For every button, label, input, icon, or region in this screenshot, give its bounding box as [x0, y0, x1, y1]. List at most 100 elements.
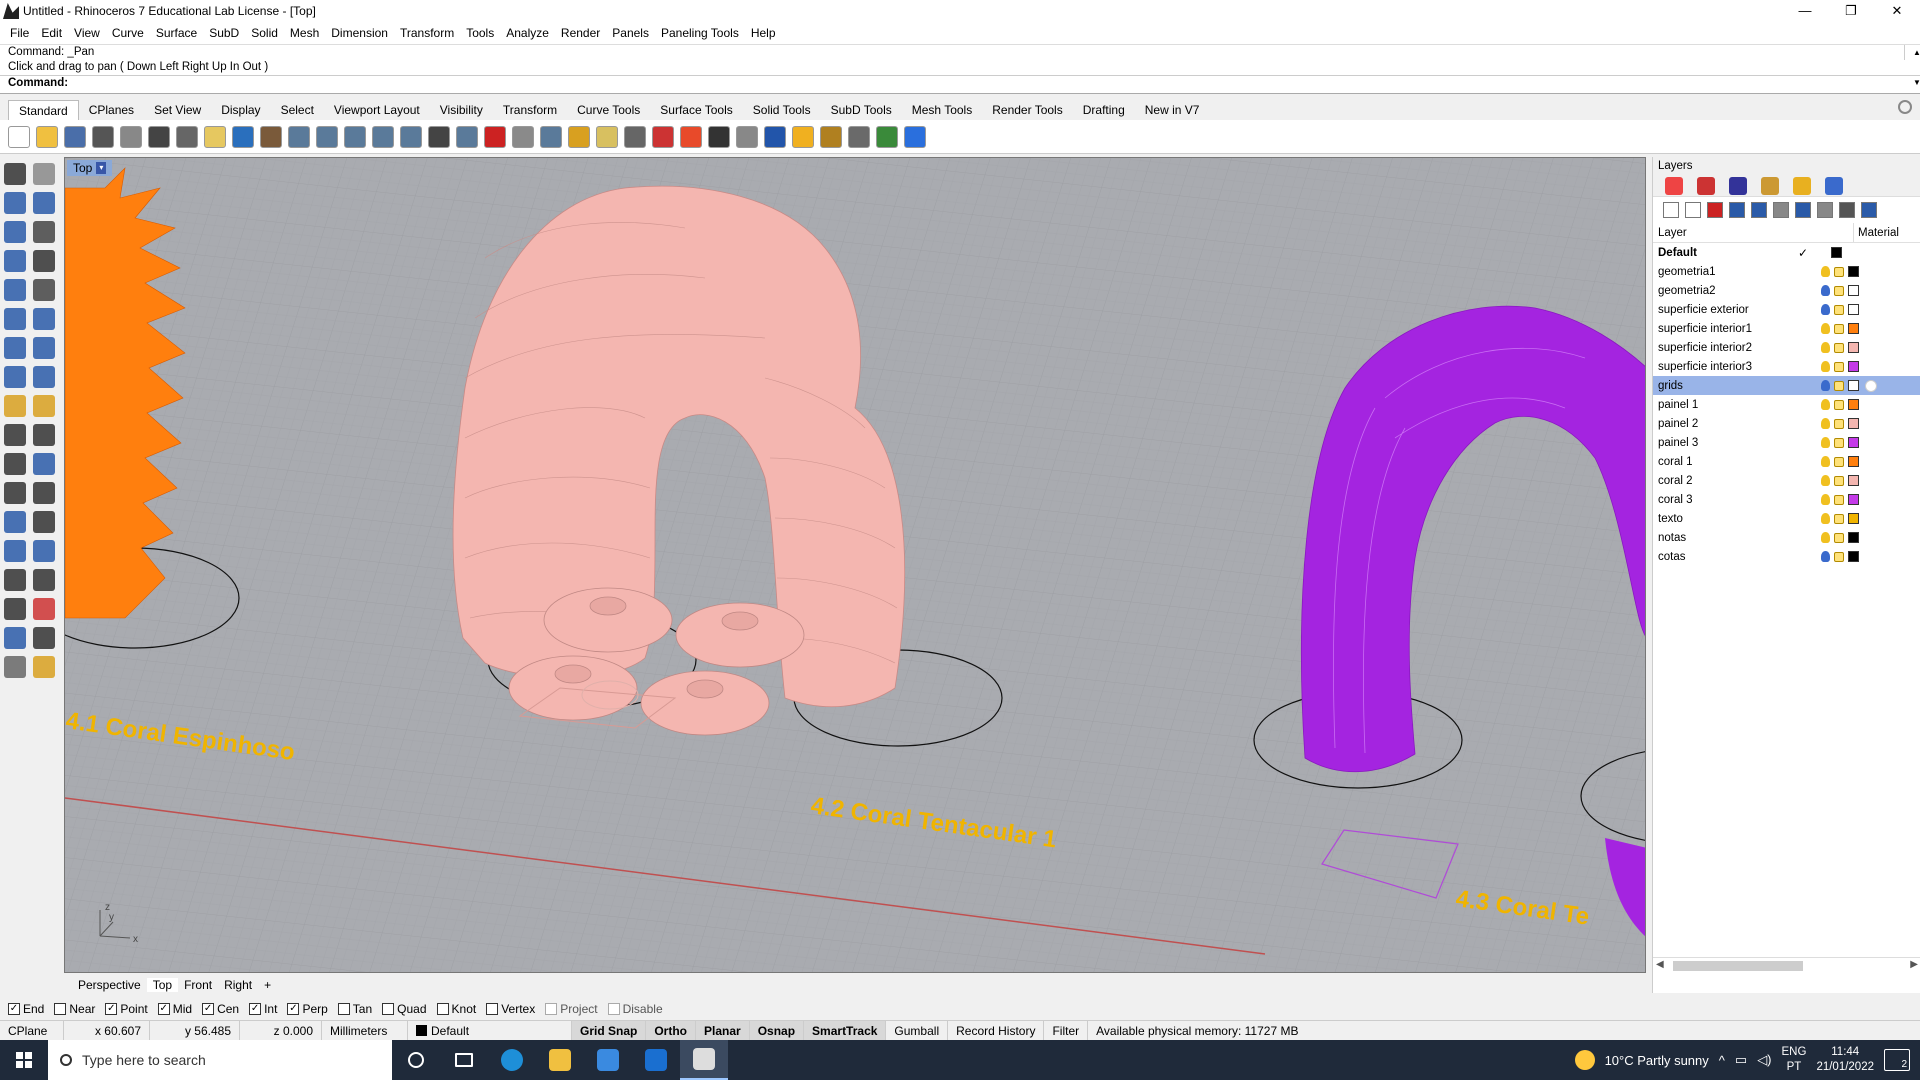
toolbar-tool-icon[interactable] [288, 125, 310, 148]
menu-item-subd[interactable]: SubD [203, 26, 245, 40]
left-tool-icon[interactable] [4, 308, 26, 330]
layer-action-icon[interactable] [1707, 202, 1723, 218]
lock-icon[interactable] [1834, 494, 1844, 505]
toolbar-tool-icon[interactable] [904, 125, 926, 148]
tab-select[interactable]: Select [271, 100, 324, 120]
viewport-title[interactable]: Top ▾ [67, 160, 113, 176]
cplane-label[interactable]: CPlane [0, 1020, 64, 1041]
tab-set-view[interactable]: Set View [144, 100, 211, 120]
lock-icon[interactable] [1834, 342, 1844, 353]
task-view-button[interactable] [440, 1040, 488, 1080]
viewport-tab-right[interactable]: Right [218, 978, 258, 992]
visibility-bulb-icon[interactable] [1821, 513, 1830, 524]
visibility-bulb-icon[interactable] [1821, 285, 1830, 296]
osnap-checkbox[interactable]: ✓ [157, 1003, 170, 1015]
file-explorer-button[interactable] [536, 1040, 584, 1080]
osnap-checkbox[interactable] [382, 1003, 395, 1015]
tab-standard[interactable]: Standard [8, 100, 79, 120]
left-tool-icon[interactable] [33, 308, 55, 330]
left-tool-icon[interactable] [33, 163, 55, 185]
osnap-checkbox[interactable] [337, 1003, 350, 1015]
layer-name[interactable]: superficie exterior [1653, 304, 1781, 316]
left-tool-icon[interactable] [33, 540, 55, 562]
toolbar-tool-icon[interactable] [764, 125, 786, 148]
ortho-toggle[interactable]: Ortho [646, 1020, 697, 1041]
menu-item-solid[interactable]: Solid [245, 26, 284, 40]
visibility-bulb-icon[interactable] [1821, 304, 1830, 315]
menu-item-transform[interactable]: Transform [394, 26, 460, 40]
osnap-int[interactable]: ✓ Int [249, 1002, 277, 1016]
layer-action-icon[interactable] [1685, 202, 1701, 218]
left-tool-icon[interactable] [4, 221, 26, 243]
chevron-down-icon[interactable]: ▾ [96, 162, 107, 174]
toolbar-tool-icon[interactable] [64, 125, 86, 148]
layer-color-swatch[interactable] [1848, 532, 1859, 543]
layer-column-header[interactable]: Layer [1653, 223, 1833, 242]
tab-subd-tools[interactable]: SubD Tools [821, 100, 902, 120]
layer-action-icon[interactable] [1795, 202, 1811, 218]
tab-viewport-layout[interactable]: Viewport Layout [324, 100, 430, 120]
layer-action-icon[interactable] [1861, 202, 1877, 218]
lock-icon[interactable] [1834, 418, 1844, 429]
taskbar-search[interactable]: Type here to search [48, 1040, 392, 1080]
scroll-thumb[interactable] [1673, 961, 1803, 971]
layer-color-swatch[interactable] [1848, 285, 1859, 296]
left-tool-icon[interactable] [4, 250, 26, 272]
layer-name[interactable]: superficie interior1 [1653, 323, 1781, 335]
osnap-checkbox[interactable] [607, 1003, 620, 1015]
layer-name[interactable]: coral 1 [1653, 456, 1781, 468]
grid-snap-toggle[interactable]: Grid Snap [572, 1020, 647, 1041]
toolbar-tool-icon[interactable] [232, 125, 254, 148]
left-tool-icon[interactable] [4, 337, 26, 359]
toolbar-tool-icon[interactable] [540, 125, 562, 148]
toolbar-tool-icon[interactable] [176, 125, 198, 148]
layer-action-icon[interactable] [1839, 202, 1855, 218]
left-tool-icon[interactable] [4, 192, 26, 214]
lock-icon[interactable] [1834, 361, 1844, 372]
layer-color-swatch[interactable] [1848, 475, 1859, 486]
osnap-disable[interactable]: Disable [607, 1002, 663, 1016]
lock-icon[interactable] [1834, 551, 1844, 562]
menu-item-render[interactable]: Render [555, 26, 606, 40]
left-tool-icon[interactable] [33, 337, 55, 359]
layer-name[interactable]: cotas [1653, 551, 1781, 563]
store-button[interactable] [584, 1040, 632, 1080]
layer-name[interactable]: painel 2 [1653, 418, 1781, 430]
osnap-project[interactable]: Project [545, 1002, 598, 1016]
visibility-bulb-icon[interactable] [1821, 418, 1830, 429]
left-tool-icon[interactable] [4, 453, 26, 475]
osnap-near[interactable]: Near [54, 1002, 95, 1016]
panel-tab-icon[interactable] [1729, 176, 1747, 195]
osnap-quad[interactable]: Quad [382, 1002, 427, 1016]
weather-icon[interactable] [1574, 1050, 1595, 1070]
layer-row[interactable]: superficie interior2 [1653, 338, 1920, 357]
chevron-up-icon[interactable]: ^ [1719, 1053, 1725, 1068]
left-tool-icon[interactable] [33, 192, 55, 214]
network-icon[interactable]: ▭ [1735, 1052, 1747, 1068]
viewport-tab-perspective[interactable]: Perspective [72, 978, 147, 992]
top-viewport[interactable]: 4.1 Coral Espinhoso 4.2 Coral Tentacular… [64, 157, 1646, 973]
layer-color-swatch[interactable] [1848, 323, 1859, 334]
visibility-bulb-icon[interactable] [1821, 342, 1830, 353]
units-label[interactable]: Millimeters [322, 1020, 408, 1041]
toolbar-tool-icon[interactable] [92, 125, 114, 148]
left-tool-icon[interactable] [4, 569, 26, 591]
left-tool-icon[interactable] [4, 279, 26, 301]
layer-name[interactable]: coral 3 [1653, 494, 1781, 506]
left-tool-icon[interactable] [33, 366, 55, 388]
visibility-bulb-icon[interactable] [1821, 551, 1830, 562]
lock-icon[interactable] [1834, 380, 1844, 391]
toolbar-tool-icon[interactable] [624, 125, 646, 148]
toolbar-tool-icon[interactable] [344, 125, 366, 148]
scroll-left-icon[interactable]: ◀ [1656, 959, 1664, 970]
toolbar-tool-icon[interactable] [652, 125, 674, 148]
toolbar-tool-icon[interactable] [484, 125, 506, 148]
toolbar-tool-icon[interactable] [848, 125, 870, 148]
tab-surface-tools[interactable]: Surface Tools [650, 100, 743, 120]
osnap-checkbox[interactable] [436, 1003, 449, 1015]
osnap-checkbox[interactable]: ✓ [105, 1003, 118, 1015]
left-tool-icon[interactable] [4, 540, 26, 562]
cortana-button[interactable] [392, 1040, 440, 1080]
layer-row[interactable]: coral 3 [1653, 490, 1920, 509]
layer-color-swatch[interactable] [1848, 456, 1859, 467]
